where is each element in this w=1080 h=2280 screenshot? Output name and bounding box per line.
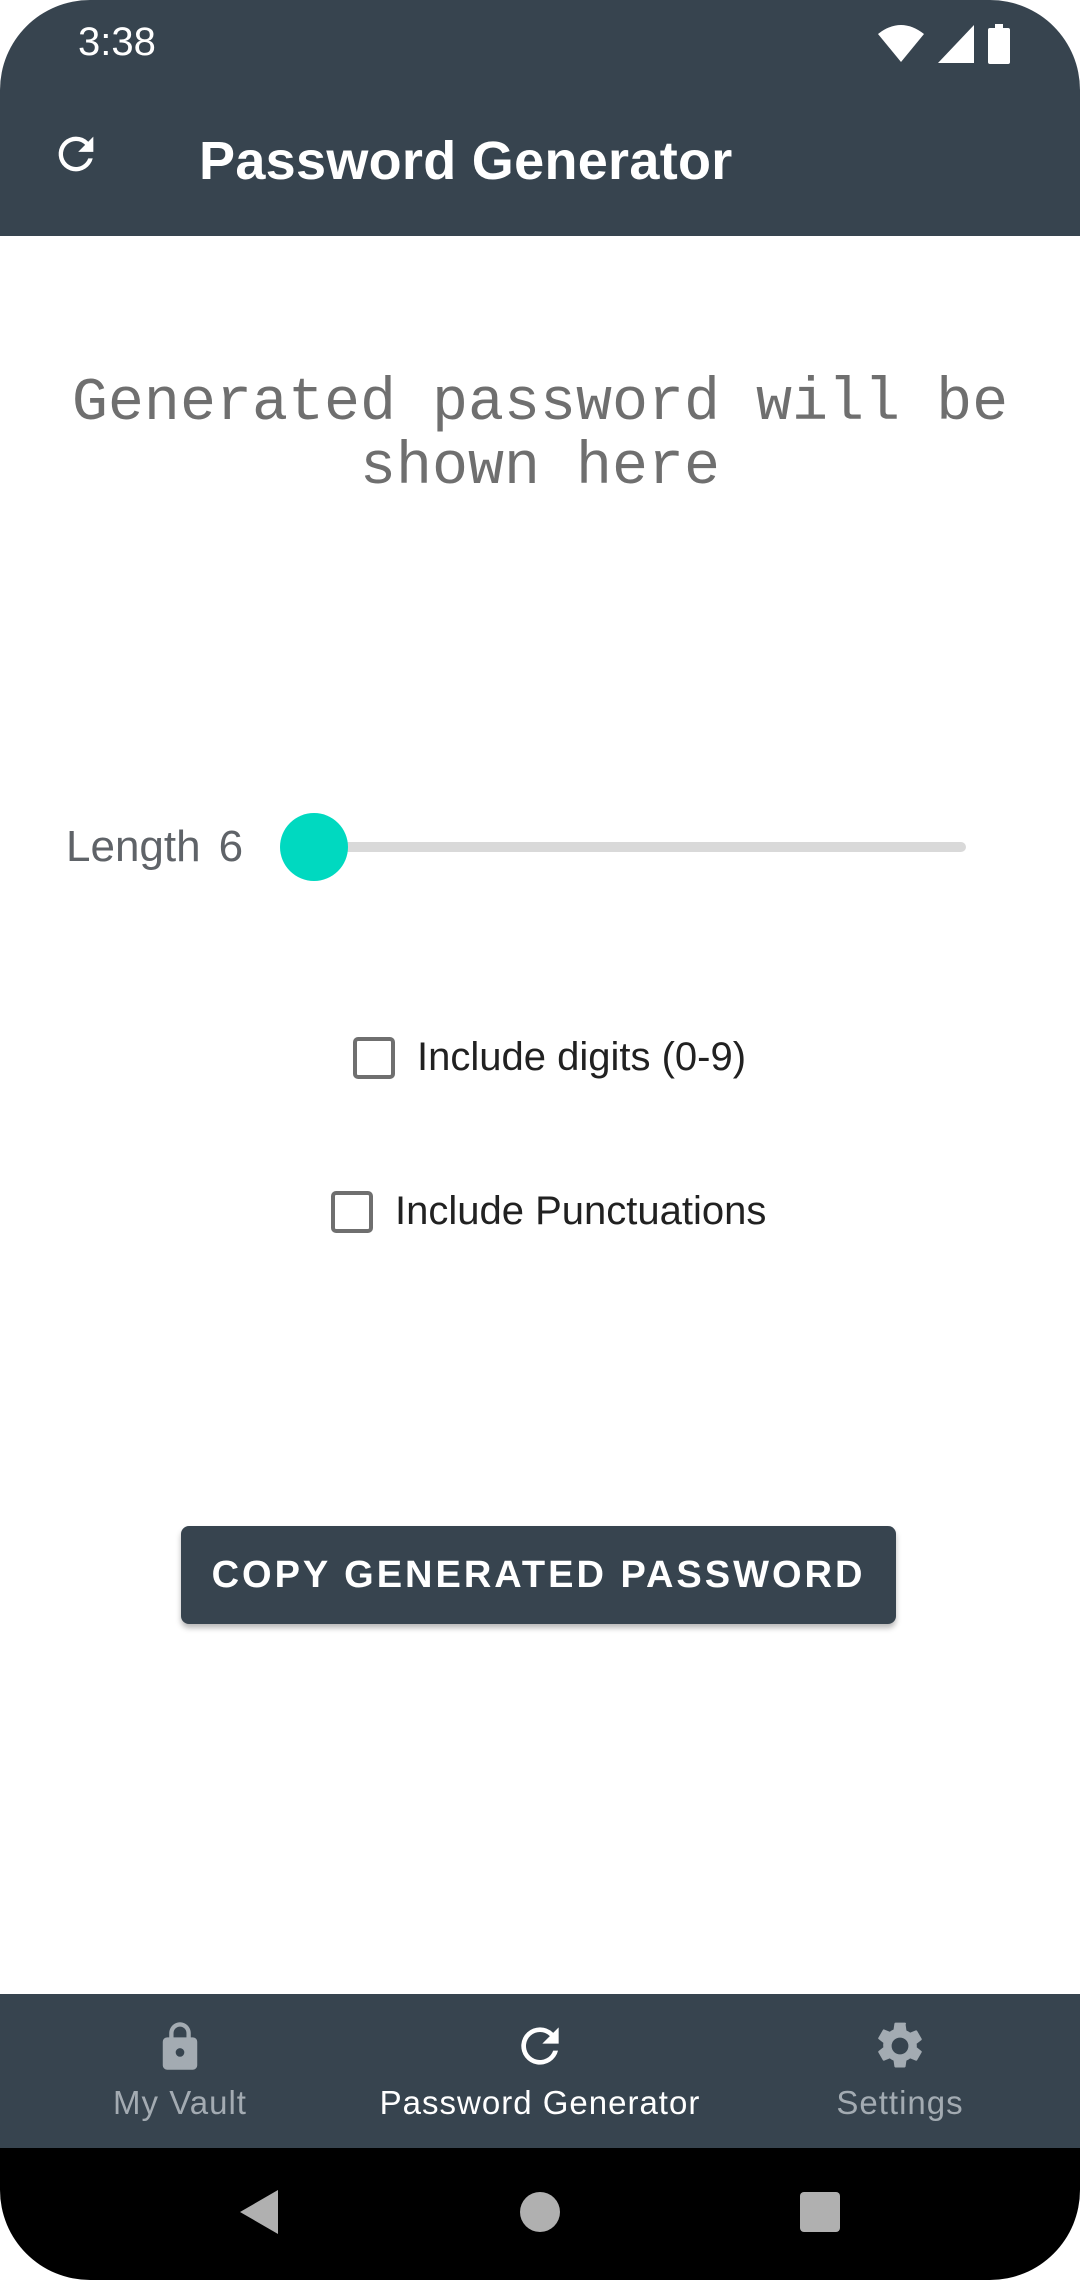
- home-icon: [518, 2190, 562, 2239]
- battery-icon: [988, 24, 1010, 64]
- length-label-group: Length 6: [66, 822, 243, 872]
- screen: 3:38 Password Generator Generated passwo…: [0, 0, 1080, 2280]
- slider-track: [314, 842, 966, 852]
- length-label: Length: [66, 822, 201, 871]
- include-digits-label: Include digits (0-9): [417, 1035, 747, 1079]
- wifi-icon: [878, 25, 924, 63]
- nav-label-settings: Settings: [836, 2084, 964, 2121]
- length-slider[interactable]: [280, 812, 966, 882]
- status-icons: [878, 22, 1010, 66]
- length-value: 6: [218, 822, 244, 871]
- include-punctuations-option[interactable]: Include Punctuations: [331, 1189, 766, 1234]
- gear-icon: [870, 2016, 930, 2076]
- include-digits-option[interactable]: Include digits (0-9): [353, 1035, 746, 1080]
- recents-icon: [799, 2191, 841, 2238]
- copy-generated-password-button[interactable]: COPY GENERATED PASSWORD: [181, 1526, 896, 1624]
- refresh-icon: [50, 128, 102, 185]
- refresh-icon: [510, 2016, 570, 2076]
- page-title: Password Generator: [199, 131, 733, 191]
- slider-thumb[interactable]: [280, 813, 348, 881]
- nav-item-password-generator[interactable]: Password Generator: [360, 1994, 720, 2148]
- home-button[interactable]: [512, 2186, 568, 2242]
- system-navigation-bar: [0, 2148, 1080, 2280]
- nav-item-my-vault[interactable]: My Vault: [0, 1994, 360, 2148]
- recents-button[interactable]: [792, 2186, 848, 2242]
- include-punctuations-label: Include Punctuations: [395, 1189, 767, 1233]
- include-punctuations-checkbox[interactable]: [331, 1190, 373, 1233]
- signal-icon: [938, 25, 974, 63]
- include-digits-checkbox[interactable]: [353, 1036, 395, 1079]
- back-icon: [238, 2188, 282, 2241]
- generated-password-display: Generated password will be shown here: [71, 370, 1009, 502]
- refresh-button[interactable]: [46, 126, 106, 186]
- back-button[interactable]: [232, 2186, 288, 2242]
- nav-item-settings[interactable]: Settings: [720, 1994, 1080, 2148]
- status-time: 3:38: [78, 20, 156, 64]
- top-app-bar: 3:38 Password Generator: [0, 0, 1080, 236]
- lock-icon: [150, 2016, 210, 2076]
- nav-label-my-vault: My Vault: [113, 2084, 247, 2121]
- nav-label-password-generator: Password Generator: [379, 2084, 701, 2121]
- bottom-navigation: My Vault Password Generator Settings: [0, 1994, 1080, 2148]
